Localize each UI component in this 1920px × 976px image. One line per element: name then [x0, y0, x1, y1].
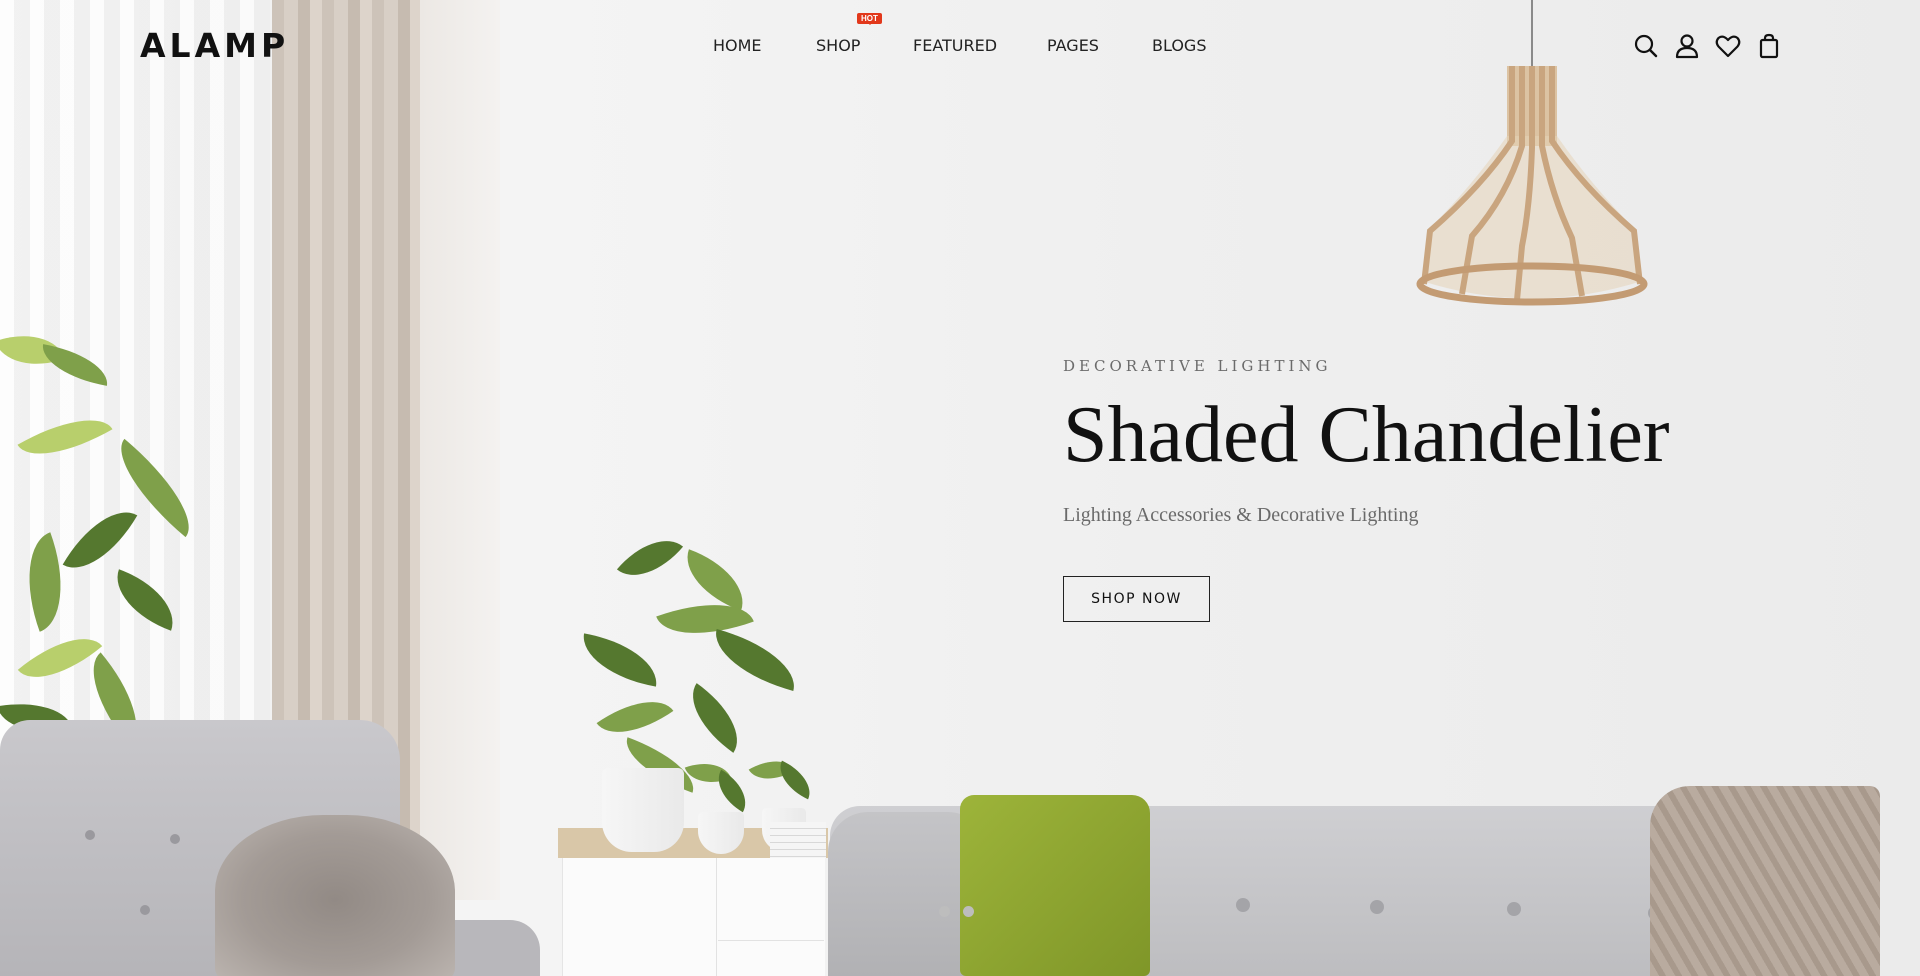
search-icon[interactable] — [1633, 33, 1659, 59]
chair-button — [140, 905, 150, 915]
shopping-bag-icon[interactable] — [1756, 33, 1782, 59]
cabinet-divider — [716, 858, 717, 976]
cabinet-drawer-line — [718, 940, 824, 941]
green-pillow — [960, 795, 1150, 976]
wall-shadow — [420, 0, 500, 900]
sofa-button — [1236, 898, 1250, 912]
nav-item-blogs[interactable]: BLOGS — [1152, 36, 1206, 55]
hot-badge: HOT — [857, 13, 882, 25]
chair-button — [85, 830, 95, 840]
nav-item-featured[interactable]: FEATURED — [913, 36, 997, 55]
nav-item-shop[interactable]: SHOP — [816, 36, 860, 55]
slider-dot-2[interactable] — [963, 906, 974, 917]
slider-dot-1[interactable] — [939, 906, 950, 917]
sideboard-cabinet — [562, 858, 825, 976]
book-stack — [770, 822, 826, 858]
shop-now-button[interactable]: SHOP NOW — [1063, 576, 1210, 622]
hero-eyebrow: DECORATIVE LIGHTING — [1063, 357, 1332, 375]
hero-subtitle: Lighting Accessories & Decorative Lighti… — [1063, 504, 1419, 526]
sofa-button — [1507, 902, 1521, 916]
hero-title: Shaded Chandelier — [1063, 391, 1670, 479]
fur-cushion — [215, 815, 455, 976]
pendant-lamp-image — [1416, 66, 1648, 306]
user-icon[interactable] — [1674, 33, 1700, 59]
site-logo[interactable]: ALAMP — [140, 26, 289, 65]
heart-icon[interactable] — [1715, 33, 1741, 59]
knit-throw — [1650, 786, 1880, 976]
nav-item-home[interactable]: HOME — [713, 36, 762, 55]
hero-banner — [0, 0, 1920, 976]
lamp-cord — [1531, 0, 1533, 70]
chair-button — [170, 834, 180, 844]
nav-item-pages[interactable]: PAGES — [1047, 36, 1099, 55]
sofa-button — [1370, 900, 1384, 914]
